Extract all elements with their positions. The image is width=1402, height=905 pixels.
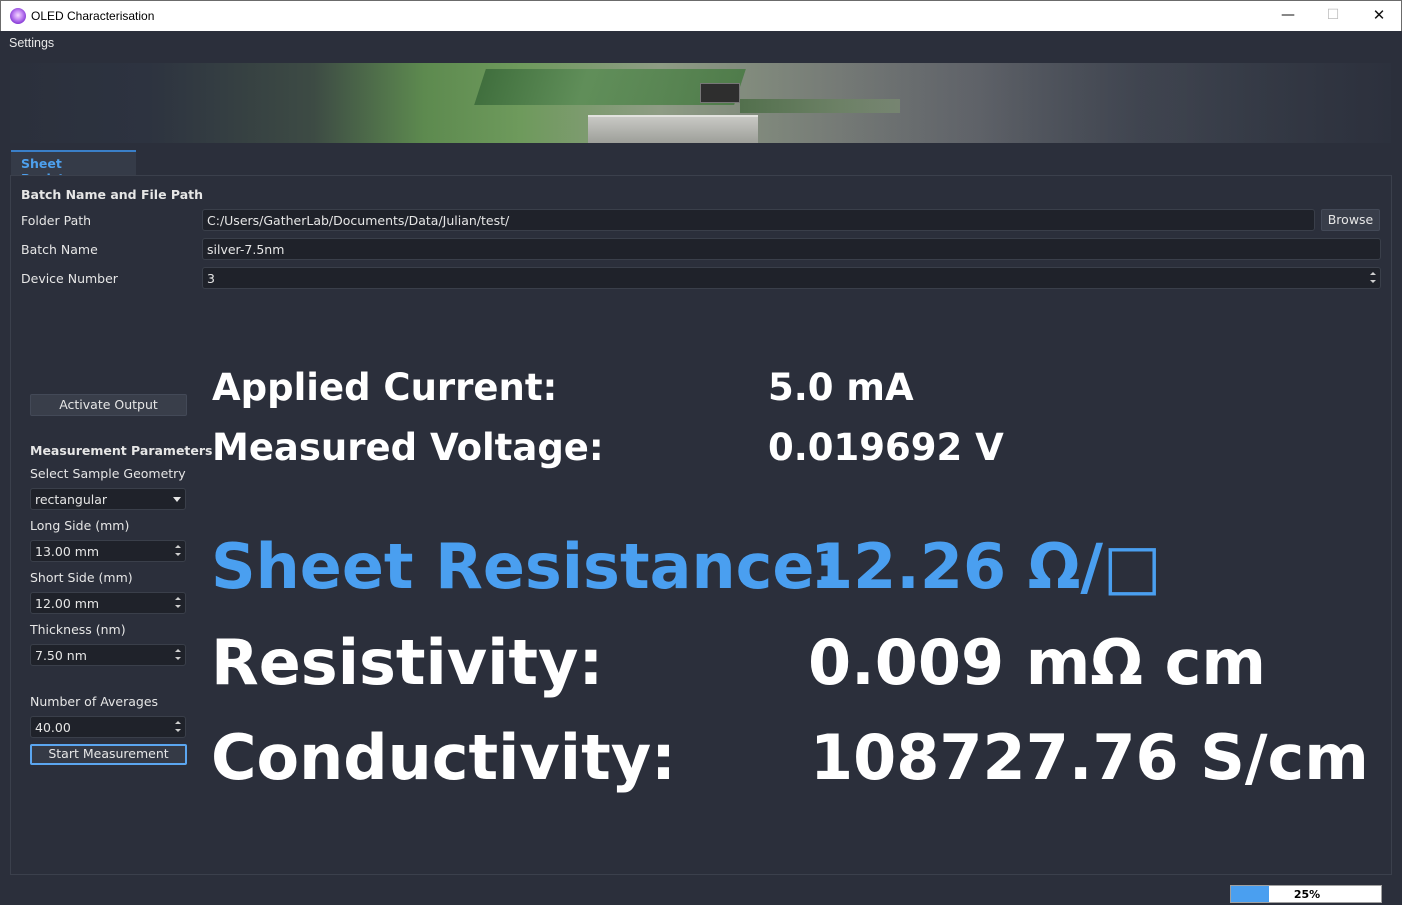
close-button[interactable]: ✕ <box>1356 1 1402 31</box>
folder-path-label: Folder Path <box>21 213 92 228</box>
resistivity-label: Resistivity: <box>211 626 604 699</box>
resistivity-value: 0.009 mΩ cm <box>808 626 1266 699</box>
short-side-label: Short Side (mm) <box>30 570 133 585</box>
app-icon <box>10 8 26 24</box>
thickness-label: Thickness (nm) <box>30 622 126 637</box>
applied-current-label: Applied Current: <box>212 366 558 409</box>
thickness-spinbox[interactable]: 7.50 nm <box>30 644 186 666</box>
sheet-resistance-label: Sheet Resistance: <box>211 530 840 603</box>
sheet-resistance-value: 12.26 Ω/□ <box>810 530 1162 603</box>
long-side-label: Long Side (mm) <box>30 518 130 533</box>
start-measurement-button[interactable]: Start Measurement <box>30 744 187 765</box>
progress-text: 25% <box>1293 888 1321 901</box>
measured-voltage-label: Measured Voltage: <box>212 426 604 469</box>
long-side-spinbox[interactable]: 13.00 mm <box>30 540 186 562</box>
measurement-progress-bar: 25% <box>1230 885 1382 903</box>
device-number-spinbox[interactable]: 3 <box>202 267 1381 289</box>
spin-arrows-icon[interactable] <box>172 718 184 736</box>
spin-arrows-icon[interactable] <box>172 646 184 664</box>
device-number-label: Device Number <box>21 271 118 286</box>
batch-name-input[interactable]: silver-7.5nm <box>202 238 1381 260</box>
sample-geometry-select[interactable]: rectangular <box>30 488 186 510</box>
activate-output-button[interactable]: Activate Output <box>30 394 187 416</box>
tab-sheet-resistance[interactable]: Sheet Resistance <box>11 150 136 186</box>
batch-name-label: Batch Name <box>21 242 98 257</box>
spin-arrows-icon[interactable] <box>1367 269 1379 287</box>
spin-arrows-icon[interactable] <box>172 594 184 612</box>
folder-path-input[interactable]: C:/Users/GatherLab/Documents/Data/Julian… <box>202 209 1315 231</box>
window-title: OLED Characterisation <box>31 9 155 23</box>
conductivity-label: Conductivity: <box>211 721 676 794</box>
averages-label: Number of Averages <box>30 694 159 709</box>
file-section-heading: Batch Name and File Path <box>21 187 204 202</box>
chevron-down-icon <box>173 497 181 502</box>
sample-geometry-label: Select Sample Geometry <box>30 466 186 481</box>
menu-bar: Settings <box>0 31 1402 57</box>
applied-current-value: 5.0 mA <box>768 366 914 409</box>
menu-settings[interactable]: Settings <box>9 36 54 50</box>
spin-arrows-icon[interactable] <box>172 542 184 560</box>
short-side-spinbox[interactable]: 12.00 mm <box>30 592 186 614</box>
maximize-button[interactable]: ☐ <box>1310 1 1356 31</box>
measurement-parameters-heading: Measurement Parameters <box>30 443 213 458</box>
minimize-button[interactable]: — <box>1265 1 1311 31</box>
title-bar: OLED Characterisation — ☐ ✕ <box>0 0 1402 31</box>
browse-button[interactable]: Browse <box>1321 209 1380 231</box>
averages-spinbox[interactable]: 40.00 <box>30 716 186 738</box>
measured-voltage-value: 0.019692 V <box>768 426 1004 469</box>
conductivity-value: 108727.76 S/cm <box>810 721 1369 794</box>
header-banner-image <box>10 63 1391 143</box>
